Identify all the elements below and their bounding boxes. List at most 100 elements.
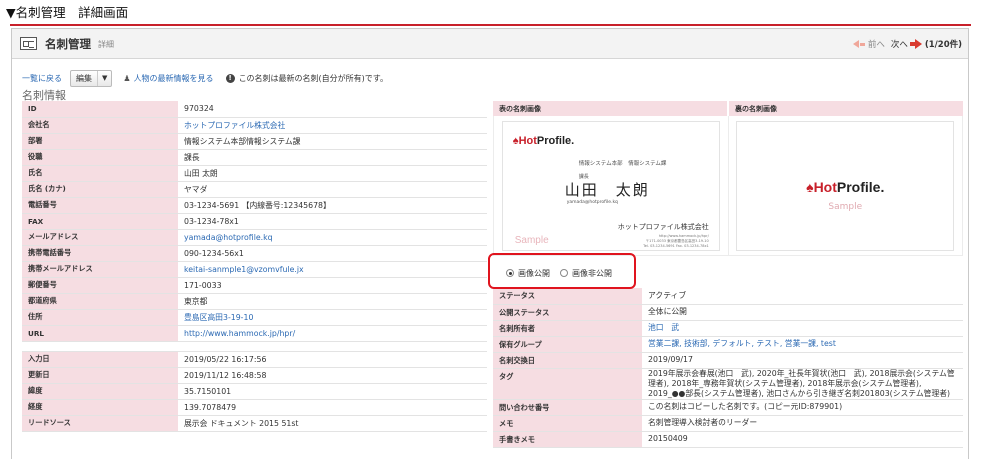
field-label: 携帯電話番号	[22, 245, 178, 262]
field-label: ID	[22, 101, 178, 118]
field-label: 問い合わせ番号	[493, 399, 642, 416]
card-name: 山田 太朗	[564, 180, 650, 199]
field-value: 090-1234-56x1	[178, 245, 487, 262]
field-label: 保有グループ	[493, 336, 642, 353]
field-value: 情報システム本部情報システム課	[178, 133, 487, 150]
prev-record-button[interactable]: 前へ	[868, 38, 885, 50]
field-value: 139.7078479	[178, 399, 487, 416]
record-pager: 前へ 次へ (1/20件)	[852, 38, 962, 50]
field-value: 35.7150101	[178, 383, 487, 400]
front-card-image[interactable]: ♠HotProfile. 情報システム本部 情報システム課 課長 山田 太朗 y…	[501, 120, 720, 251]
field-value: 全体に公開	[642, 304, 963, 321]
title-bar: 名刺管理 詳細 前へ 次へ (1/20件)	[12, 29, 968, 59]
card-company: ホットプロファイル株式会社	[617, 222, 709, 231]
card-email: yamada@hotprofile.kq	[566, 199, 618, 205]
table-row: URL http://www.hammock.jp/hpr/	[22, 325, 487, 342]
latest-card-notice: この名刺は最新の名刺(自分が所有)です。	[238, 73, 389, 83]
field-label: 更新日	[22, 367, 178, 384]
arrow-right-icon[interactable]	[914, 39, 922, 49]
back-card-image[interactable]: ♠HotProfile. Sample	[736, 120, 955, 251]
field-label: タグ	[493, 368, 642, 400]
latest-info-link[interactable]: 人物の最新情報を見る	[134, 73, 214, 84]
field-label: 手書きメモ	[493, 431, 642, 448]
table-row: 名刺交換日 2019/09/17	[493, 352, 963, 369]
table-row: ステータス アクティブ	[493, 288, 963, 305]
field-value: 2019年展示会春展(池口 武), 2020年_社長年賀状(池口 武), 201…	[642, 368, 963, 400]
action-bar: 一覧に戻る 編集 ▼ ♟ 人物の最新情報を見る ! この名刺は最新の名刺(自分が…	[22, 69, 388, 87]
table-row: 電話番号 03-1234-5691 【内線番号:12345678】	[22, 197, 487, 214]
field-label: 氏名	[22, 165, 178, 182]
table-row: 部署 情報システム本部情報システム課	[22, 133, 487, 150]
field-value: 山田 太朗	[178, 165, 487, 182]
field-value: 課長	[178, 149, 487, 166]
field-label: URL	[22, 325, 178, 342]
field-label: 郵便番号	[22, 277, 178, 294]
table-row: リードソース 展示会 ドキュメント 2015 51st	[22, 415, 487, 432]
field-value[interactable]: keitai-sanmple1@vzomvfule.jx	[178, 261, 487, 278]
record-count: (1/20件)	[924, 40, 962, 50]
card-images: 表の名刺画像 裏の名刺画像 ♠HotProfile. 情報システム本部 情報シス…	[493, 101, 963, 256]
field-value: 20150409	[642, 431, 963, 448]
table-row: 問い合わせ番号 この名刺はコピーした名刺です。(コピー元ID:879901)	[493, 399, 963, 416]
field-value[interactable]: yamada@hotprofile.kq	[178, 229, 487, 246]
table-row: 手書きメモ 20150409	[493, 431, 963, 448]
table-row: 役職 課長	[22, 149, 487, 166]
sample-watermark: Sample	[828, 201, 863, 212]
card-status-table: ステータス アクティブ 公開ステータス 全体に公開 名刺所有者 池口 武保有グループ 営業二…	[493, 288, 963, 448]
field-label: 電話番号	[22, 197, 178, 214]
next-record-button[interactable]: 次へ	[891, 38, 908, 50]
field-label: 緯度	[22, 383, 178, 400]
page-caption: ▼名刺管理 詳細画面	[6, 5, 129, 20]
field-label: 氏名 (カナ)	[22, 181, 178, 198]
field-value: 名刺管理導入検討者のリーダー	[642, 415, 963, 432]
field-label: 部署	[22, 133, 178, 150]
table-row: 名刺所有者 池口 武	[493, 320, 963, 337]
field-label: 入力日	[22, 351, 178, 368]
table-row: 緯度 35.7150101	[22, 383, 487, 400]
info-icon: !	[225, 73, 235, 83]
table-row: 携帯電話番号 090-1234-56x1	[22, 245, 487, 262]
field-value: 171-0033	[178, 277, 487, 294]
hotprofile-logo: ♠HotProfile.	[512, 134, 575, 147]
field-value: 970324	[178, 101, 487, 118]
caption-underline	[10, 24, 971, 26]
table-row: 更新日 2019/11/12 16:48:58	[22, 367, 487, 384]
table-row: 入力日 2019/05/22 16:17:56	[22, 351, 487, 368]
business-card-detail-panel: 名刺管理 詳細 前へ 次へ (1/20件) 一覧に戻る 編集 ▼ ♟ 人物の最新…	[11, 28, 969, 459]
edit-button-label[interactable]: 編集	[71, 70, 98, 86]
field-value: アクティブ	[642, 288, 963, 305]
arrow-left-icon	[852, 40, 859, 48]
field-value[interactable]: http://www.hammock.jp/hpr/	[178, 325, 487, 342]
field-label: ステータス	[493, 288, 642, 305]
field-label: 名刺所有者	[493, 320, 642, 337]
field-value: 03-1234-5691 【内線番号:12345678】	[178, 197, 487, 214]
field-label: リードソース	[22, 415, 178, 432]
field-label: 経度	[22, 399, 178, 416]
field-value: 03-1234-78x1	[178, 213, 487, 230]
field-value[interactable]: ホットプロファイル株式会社	[178, 117, 487, 134]
field-label: 携帯メールアドレス	[22, 261, 178, 278]
edit-dropdown-button[interactable]: 編集 ▼	[70, 69, 113, 87]
table-row: 携帯メールアドレス keitai-sanmple1@vzomvfule.jx	[22, 261, 487, 278]
field-value[interactable]: 営業二課, 技術部, デフォルト, テスト, 営業一課, test	[642, 336, 963, 353]
card-info-table: ID 970324 会社名 ホットプロファイル株式会社 部署 情報システム本部情報システム…	[22, 101, 487, 432]
field-label: 名刺交換日	[493, 352, 642, 369]
field-label: 会社名	[22, 117, 178, 134]
field-label: 都道府県	[22, 293, 178, 310]
highlight-annotation	[488, 253, 636, 289]
field-label: 住所	[22, 309, 178, 326]
page-subtitle: 詳細	[98, 40, 114, 49]
field-label: メールアドレス	[22, 229, 178, 246]
hotprofile-logo: ♠HotProfile.	[806, 178, 885, 195]
field-value[interactable]: 池口 武	[642, 320, 963, 337]
table-row: 氏名 (カナ) ヤマダ	[22, 181, 487, 198]
table-row: メモ 名刺管理導入検討者のリーダー	[493, 415, 963, 432]
table-row: メールアドレス yamada@hotprofile.kq	[22, 229, 487, 246]
field-value: 2019/09/17	[642, 352, 963, 369]
field-value[interactable]: 豊島区高田3-19-10	[178, 309, 487, 326]
table-row: 住所 豊島区高田3-19-10	[22, 309, 487, 326]
chevron-down-icon[interactable]: ▼	[98, 74, 111, 82]
back-to-list-link[interactable]: 一覧に戻る	[22, 73, 62, 84]
field-value: 2019/11/12 16:48:58	[178, 367, 487, 384]
field-label: FAX	[22, 213, 178, 230]
